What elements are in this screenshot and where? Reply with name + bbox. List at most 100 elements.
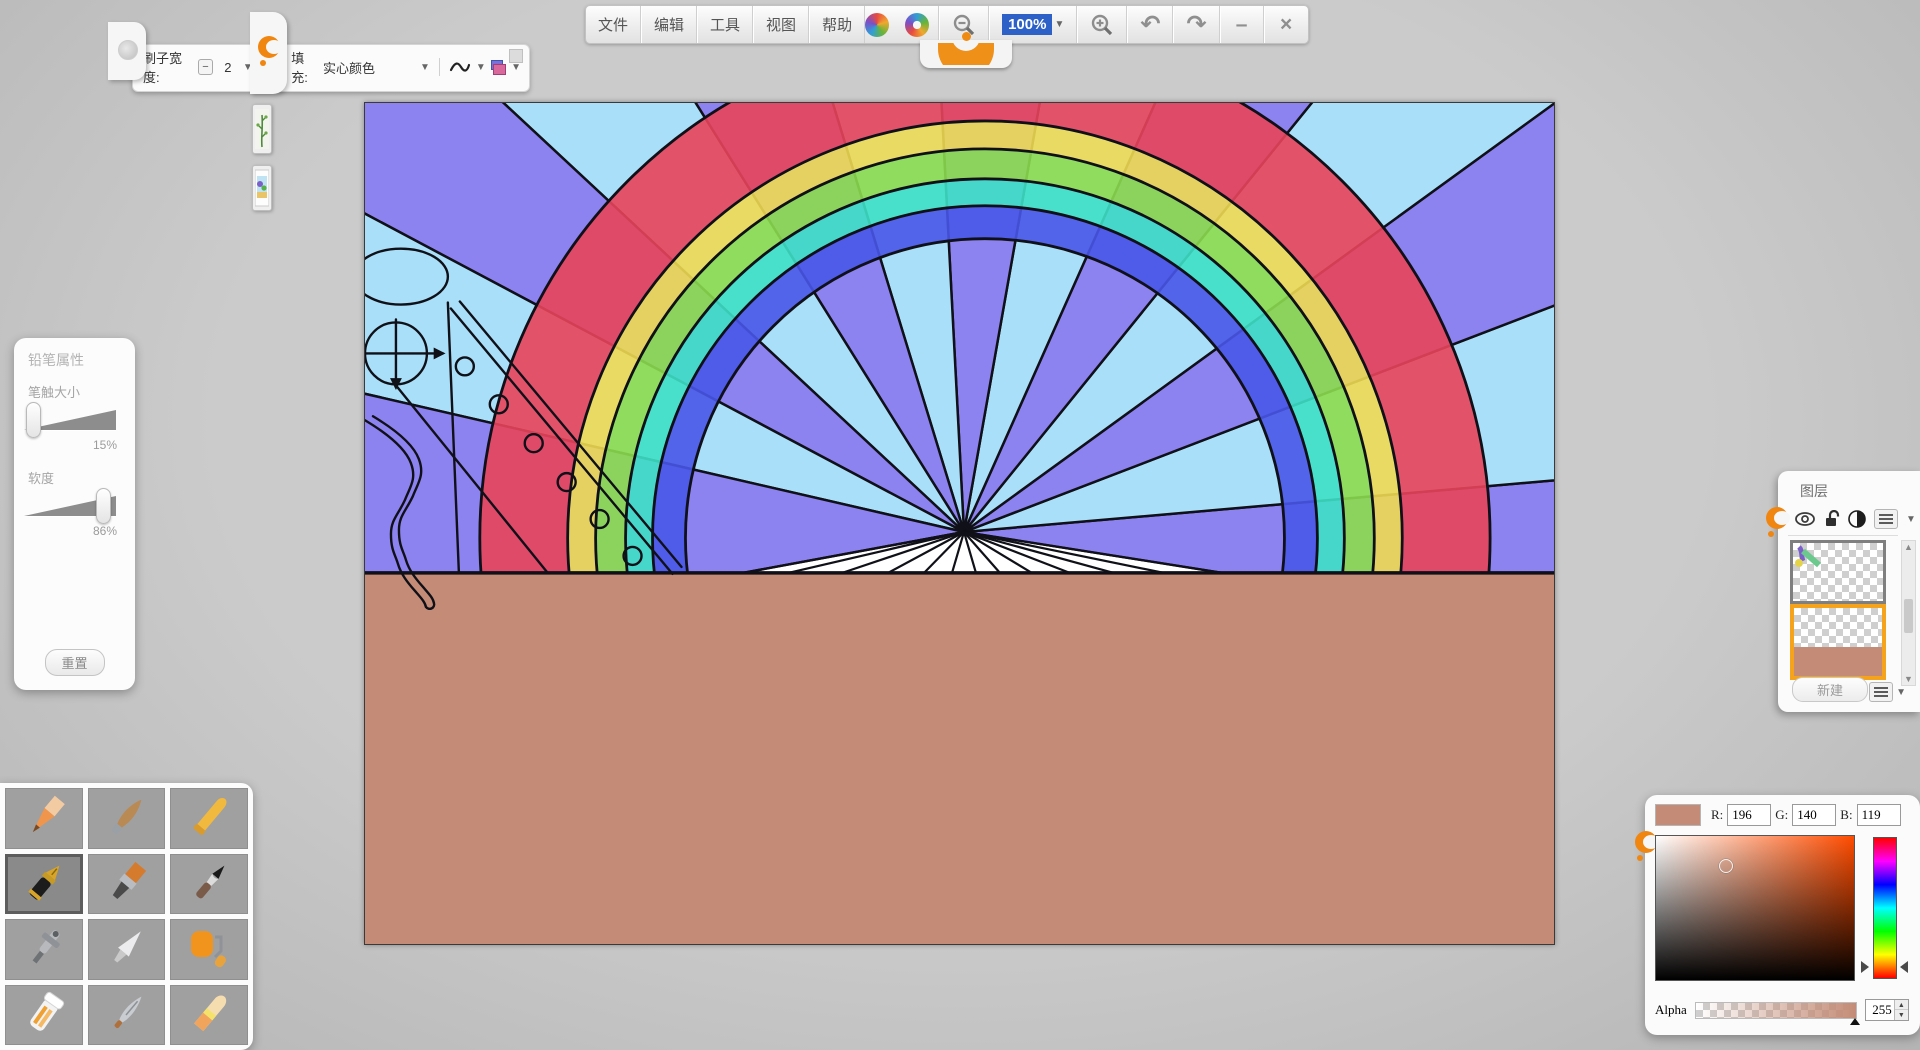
- redo-icon: ↷: [1186, 13, 1206, 37]
- clown-right-eye-icon: [905, 13, 929, 37]
- layers-panel-title: 图层: [1800, 481, 1828, 501]
- brush-width-value[interactable]: 2: [218, 60, 238, 75]
- layer-item-sketch[interactable]: [1790, 540, 1886, 604]
- tool-crayon[interactable]: [170, 788, 248, 849]
- clown-left-eye-icon: [865, 13, 889, 37]
- brush-settings-bar: 刷子宽度: − 2 ▼ + 填充: 实心颜色 ▼ ▼ ▼: [132, 44, 530, 92]
- layer-visibility-eye-icon[interactable]: [1794, 511, 1816, 527]
- tool-metal-nib[interactable]: [88, 985, 166, 1046]
- alpha-spinner[interactable]: ▲▼: [1894, 1000, 1908, 1020]
- tool-paint-roller[interactable]: [170, 919, 248, 980]
- layer-options-menu-button[interactable]: [1874, 509, 1898, 529]
- undo-button[interactable]: ↶: [1127, 6, 1173, 43]
- b-label: B:: [1840, 807, 1852, 823]
- layer-blend-icon[interactable]: [1848, 510, 1866, 528]
- tool-grid: [5, 788, 248, 1045]
- zoom-dropdown-caret-icon[interactable]: ▼: [1054, 19, 1064, 30]
- orange-grip-icon[interactable]: [1766, 507, 1788, 537]
- zoom-level-combo[interactable]: 100% ▼: [989, 6, 1077, 43]
- r-label: R:: [1711, 807, 1723, 823]
- tool-airbrush[interactable]: [5, 919, 83, 980]
- close-icon: ×: [1280, 13, 1292, 37]
- hue-marker-left-icon[interactable]: [1861, 961, 1869, 973]
- wood-stick-icon: [100, 792, 152, 844]
- top-toolbar: 文件 编辑 工具 视图 帮助 100% ▼ ↶ ↷ – ×: [585, 5, 1309, 44]
- alpha-label: Alpha: [1655, 1002, 1687, 1018]
- r-input[interactable]: [1727, 804, 1771, 826]
- tool-fountain-pen[interactable]: [5, 854, 83, 915]
- plant-stamp-button[interactable]: [252, 104, 272, 154]
- menu-edit[interactable]: 编辑: [641, 6, 697, 43]
- airbrush-icon: [18, 923, 70, 975]
- zoom-level-value[interactable]: 100%: [1002, 14, 1052, 35]
- layers-scrollbar[interactable]: ▲ ▼: [1901, 540, 1916, 686]
- orange-grip-icon[interactable]: [1635, 831, 1657, 861]
- menu-tools[interactable]: 工具: [697, 6, 753, 43]
- divider: [439, 58, 440, 76]
- new-layer-button[interactable]: 新建: [1792, 677, 1868, 702]
- palette-handle[interactable]: [250, 12, 287, 94]
- tool-wood-stick[interactable]: [88, 788, 166, 849]
- fill-dropdown-caret-icon[interactable]: ▼: [420, 62, 430, 73]
- stroke-style-caret-icon[interactable]: ▼: [476, 62, 486, 73]
- redo-button[interactable]: ↷: [1173, 6, 1219, 43]
- scroll-thumb[interactable]: [1904, 599, 1913, 633]
- close-button[interactable]: ×: [1264, 6, 1308, 43]
- stroke-style-button[interactable]: [449, 60, 471, 74]
- app-logo: [865, 6, 939, 43]
- g-input[interactable]: [1792, 804, 1836, 826]
- menu-view[interactable]: 视图: [753, 6, 809, 43]
- menu-help[interactable]: 帮助: [809, 6, 865, 43]
- fountain-pen-icon: [18, 858, 70, 910]
- layers-list-menu-button[interactable]: [1869, 682, 1893, 702]
- scroll-up-icon[interactable]: ▲: [1902, 542, 1915, 552]
- pencil-panel-handle[interactable]: [108, 22, 146, 80]
- tool-paint-jar[interactable]: [5, 985, 83, 1046]
- layer-thumb-art: [1793, 543, 1833, 583]
- reset-button[interactable]: 重置: [44, 649, 104, 676]
- softness-slider-handle[interactable]: [96, 488, 111, 524]
- sv-marker-icon[interactable]: [1719, 859, 1733, 873]
- brush-width-decrease-button[interactable]: −: [198, 59, 213, 75]
- tool-eraser[interactable]: [170, 985, 248, 1046]
- layer-options-caret-icon[interactable]: ▼: [1906, 514, 1916, 525]
- tool-pencil[interactable]: [5, 788, 83, 849]
- image-stamp-icon: [255, 168, 269, 208]
- layers-list-caret-icon[interactable]: ▼: [1896, 687, 1906, 698]
- hue-marker-right-icon[interactable]: [1900, 961, 1908, 973]
- alpha-marker-icon[interactable]: [1850, 1018, 1860, 1025]
- b-input[interactable]: [1857, 804, 1901, 826]
- alpha-slider[interactable]: [1695, 1002, 1857, 1019]
- tool-ink-brush[interactable]: [170, 854, 248, 915]
- color-swatch-button[interactable]: [491, 60, 506, 75]
- image-stamp-button[interactable]: [252, 165, 272, 211]
- alpha-input[interactable]: [1866, 1002, 1894, 1018]
- color-swatch-caret-icon[interactable]: ▼: [511, 62, 521, 73]
- pencil-icon: [18, 792, 70, 844]
- paint-jar-icon: [18, 989, 70, 1041]
- hue-slider[interactable]: [1873, 837, 1897, 979]
- spin-down-icon: ▼: [1895, 1010, 1908, 1020]
- tool-palette-knife[interactable]: [88, 919, 166, 980]
- stroke-size-slider-handle[interactable]: [26, 402, 41, 438]
- undo-icon: ↶: [1140, 13, 1160, 37]
- saturation-value-field[interactable]: [1655, 835, 1855, 981]
- drawing-canvas[interactable]: [364, 102, 1555, 945]
- paint-brush-icon: [100, 858, 152, 910]
- minimize-icon: –: [1236, 13, 1248, 37]
- layer-item-ground[interactable]: [1790, 604, 1886, 680]
- handle-knob-icon: [118, 40, 138, 60]
- layer-lock-icon[interactable]: [1824, 510, 1840, 528]
- paint-roller-icon: [183, 923, 235, 975]
- zoom-in-button[interactable]: [1077, 6, 1127, 43]
- swatch-front-icon: [493, 64, 506, 75]
- alpha-gradient: [1696, 1003, 1856, 1018]
- minimize-button[interactable]: –: [1220, 6, 1264, 43]
- canvas-artwork[interactable]: [365, 103, 1554, 944]
- fill-mode-value[interactable]: 实心颜色: [323, 58, 415, 77]
- eraser-icon: [183, 989, 235, 1041]
- menu-file[interactable]: 文件: [586, 6, 641, 43]
- g-label: G:: [1775, 807, 1788, 823]
- spin-up-icon: ▲: [1895, 1000, 1908, 1010]
- tool-paint-brush[interactable]: [88, 854, 166, 915]
